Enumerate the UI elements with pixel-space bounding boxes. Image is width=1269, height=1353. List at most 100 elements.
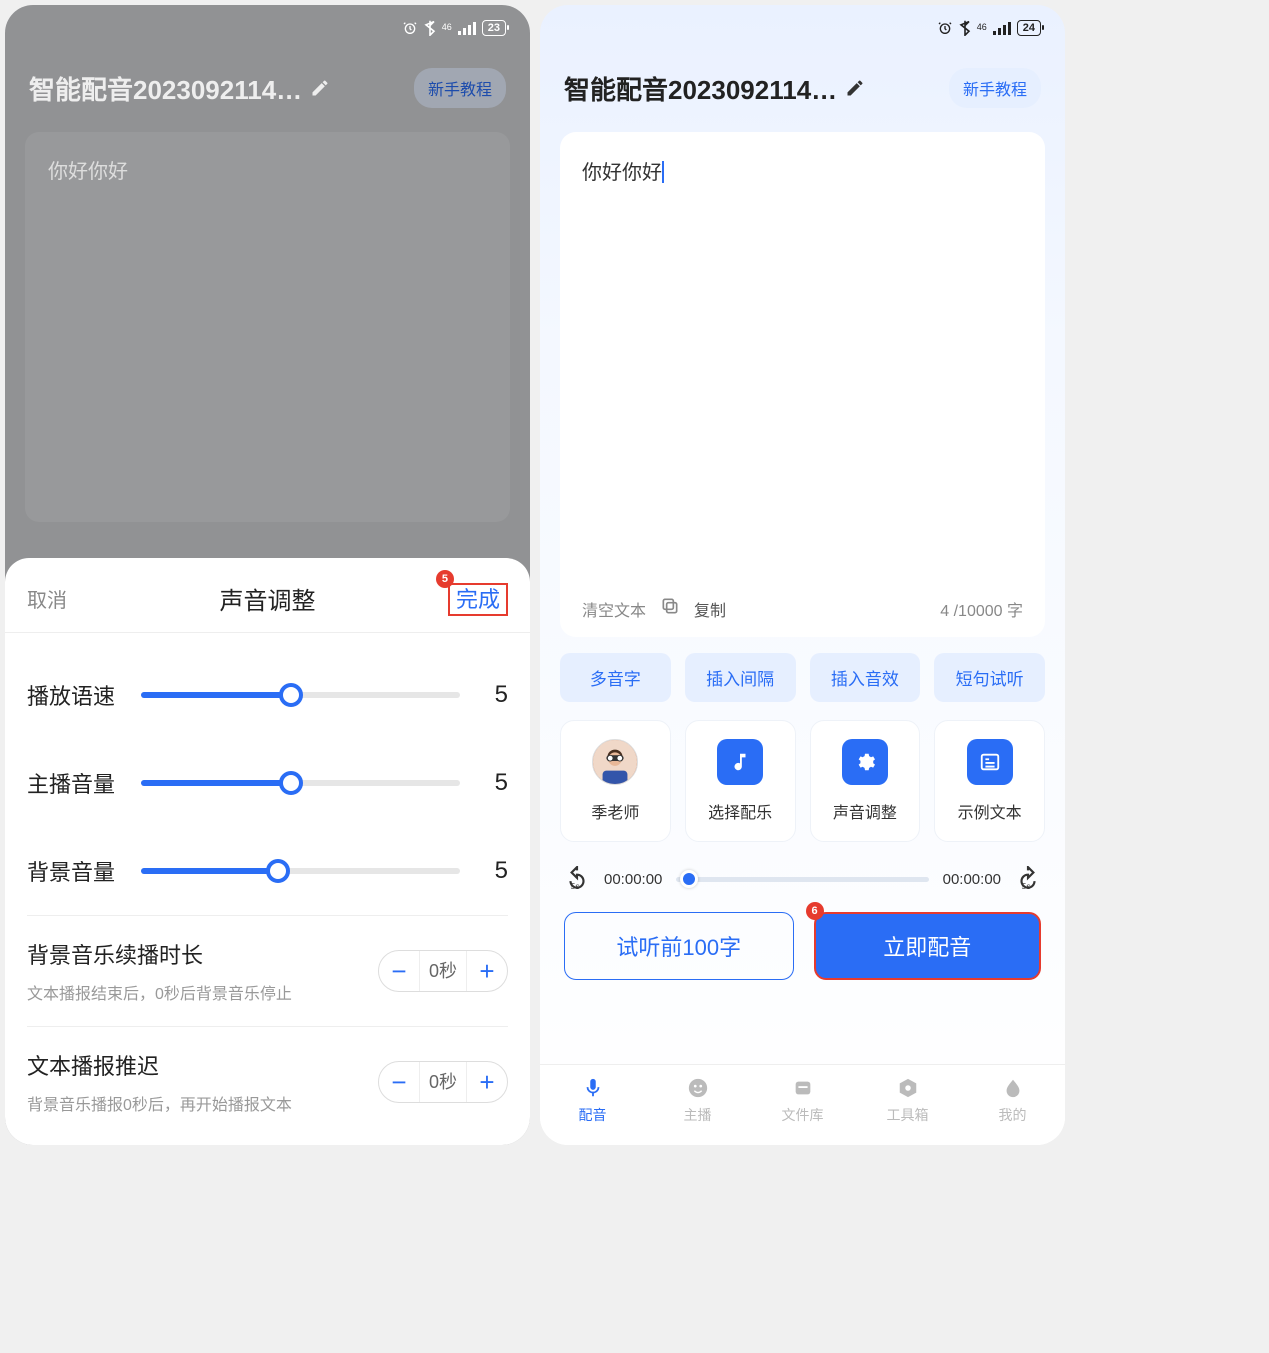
network-label: 46 <box>442 23 452 32</box>
text-card: 你好你好 <box>25 132 510 522</box>
done-badge: 5 <box>436 570 454 588</box>
slider-track[interactable] <box>141 868 460 874</box>
setting-title: 文本播报推迟 <box>27 1049 292 1081</box>
stepper: − 0秒 + <box>378 950 508 992</box>
page-title[interactable]: 智能配音2023092114… <box>29 70 404 107</box>
setting-text-delay: 文本播报推迟 背景音乐播报0秒后，再开始播报文本 − 0秒 + <box>27 1027 508 1115</box>
tab-label: 我的 <box>999 1105 1027 1125</box>
card-label: 示例文本 <box>958 799 1022 823</box>
chip-row: 多音字 插入间隔 插入音效 短句试听 <box>540 637 1065 702</box>
stepper-plus[interactable]: + <box>467 951 507 991</box>
copy-button[interactable]: 复制 <box>694 597 726 621</box>
text-card: 你好你好 清空文本 复制 4 /10000 字 <box>560 132 1045 637</box>
card-sound-adjust[interactable]: 声音调整 <box>810 720 921 842</box>
text-cursor <box>662 161 664 183</box>
tab-files[interactable]: 文件库 <box>750 1075 855 1125</box>
setting-subtitle: 文本播报结束后，0秒后背景音乐停止 <box>27 980 292 1004</box>
status-bar: 46 24 <box>540 5 1065 50</box>
battery-indicator: 24 <box>1017 20 1041 36</box>
setting-title: 背景音乐续播时长 <box>27 938 292 970</box>
card-voice-teacher[interactable]: 季老师 <box>560 720 671 842</box>
chip-insert-gap[interactable]: 插入间隔 <box>685 653 796 702</box>
alarm-icon <box>402 20 418 36</box>
signal-icon <box>458 21 476 35</box>
bluetooth-icon <box>959 20 971 36</box>
copy-icon[interactable] <box>660 596 680 621</box>
phone-right: 46 24 智能配音2023092114… 新手教程 你好你好 清空文本 复制 … <box>540 5 1065 1145</box>
svg-text:5s: 5s <box>1022 881 1032 891</box>
player-thumb[interactable] <box>680 870 698 888</box>
signal-icon <box>993 21 1011 35</box>
tab-label: 文件库 <box>782 1105 824 1125</box>
card-label: 选择配乐 <box>708 799 772 823</box>
slider-bg-volume: 背景音量 5 <box>27 827 508 915</box>
header: 智能配音2023092114… 新手教程 <box>540 50 1065 118</box>
slider-value: 5 <box>478 769 508 797</box>
card-footer: 清空文本 复制 4 /10000 字 <box>582 596 1023 621</box>
time-current: 00:00:00 <box>604 871 662 888</box>
tab-bar: 配音 主播 文件库 工具箱 我的 <box>540 1064 1065 1145</box>
chip-short-preview[interactable]: 短句试听 <box>934 653 1045 702</box>
setting-bg-continue: 背景音乐续播时长 文本播报结束后，0秒后背景音乐停止 − 0秒 + <box>27 916 508 1004</box>
card-select-music[interactable]: 选择配乐 <box>685 720 796 842</box>
slider-speed: 播放语速 5 <box>27 651 508 739</box>
stepper-minus[interactable]: − <box>379 951 419 991</box>
tab-label: 配音 <box>579 1105 607 1125</box>
text-content[interactable]: 你好你好 <box>582 156 1023 596</box>
slider-volume: 主播音量 5 <box>27 739 508 827</box>
slider-value: 5 <box>478 681 508 709</box>
stepper-value: 0秒 <box>419 1062 467 1102</box>
player-track[interactable] <box>676 877 928 882</box>
text-content[interactable]: 你好你好 <box>48 155 487 184</box>
tab-toolbox[interactable]: 工具箱 <box>855 1075 960 1125</box>
folder-icon <box>790 1075 816 1101</box>
done-button[interactable]: 完成 <box>448 583 508 616</box>
time-total: 00:00:00 <box>943 871 1001 888</box>
mic-icon <box>580 1075 606 1101</box>
chip-insert-sfx[interactable]: 插入音效 <box>810 653 921 702</box>
network-label: 46 <box>977 23 987 32</box>
gear-icon <box>842 739 888 785</box>
slider-thumb[interactable] <box>279 683 303 707</box>
action-row: 试听前100字 6 立即配音 <box>540 892 1065 980</box>
slider-track[interactable] <box>141 692 460 698</box>
slider-thumb[interactable] <box>279 771 303 795</box>
alarm-icon <box>937 20 953 36</box>
chip-polyphonic[interactable]: 多音字 <box>560 653 671 702</box>
skip-back-icon[interactable]: 5s <box>564 866 590 892</box>
preview-button[interactable]: 试听前100字 <box>564 912 794 980</box>
go-badge: 6 <box>806 902 824 920</box>
tutorial-button[interactable]: 新手教程 <box>414 68 506 108</box>
stepper-plus[interactable]: + <box>467 1062 507 1102</box>
tab-dubbing[interactable]: 配音 <box>540 1075 645 1125</box>
music-icon <box>717 739 763 785</box>
slider-track[interactable] <box>141 780 460 786</box>
sound-adjust-sheet: 取消 声音调整 5 完成 播放语速 5 主播音量 5 背景音量 <box>5 558 530 1145</box>
card-label: 季老师 <box>591 799 639 823</box>
toolbox-icon <box>895 1075 921 1101</box>
clear-text-button[interactable]: 清空文本 <box>582 597 646 621</box>
cancel-button[interactable]: 取消 <box>27 584 67 613</box>
edit-icon <box>310 78 330 98</box>
stepper-value: 0秒 <box>419 951 467 991</box>
slider-label: 背景音量 <box>27 855 123 887</box>
card-sample-text[interactable]: 示例文本 <box>934 720 1045 842</box>
generate-button[interactable]: 立即配音 <box>814 912 1042 980</box>
drop-icon <box>1000 1075 1026 1101</box>
stepper-minus[interactable]: − <box>379 1062 419 1102</box>
icon-card-row: 季老师 选择配乐 声音调整 示例文本 <box>540 702 1065 842</box>
tab-mine[interactable]: 我的 <box>960 1075 1065 1125</box>
page-title[interactable]: 智能配音2023092114… <box>564 70 939 107</box>
skip-forward-icon[interactable]: 5s <box>1015 866 1041 892</box>
tab-anchor[interactable]: 主播 <box>645 1075 750 1125</box>
text-icon <box>967 739 1013 785</box>
phone-left: 46 23 智能配音2023092114… 新手教程 你好你好 取消 声音调整 … <box>5 5 530 1145</box>
avatar-icon <box>592 739 638 785</box>
tab-label: 主播 <box>684 1105 712 1125</box>
tutorial-button[interactable]: 新手教程 <box>949 68 1041 108</box>
divider <box>5 632 530 633</box>
slider-thumb[interactable] <box>266 859 290 883</box>
edit-icon <box>845 78 865 98</box>
card-label: 声音调整 <box>833 799 897 823</box>
stepper: − 0秒 + <box>378 1061 508 1103</box>
